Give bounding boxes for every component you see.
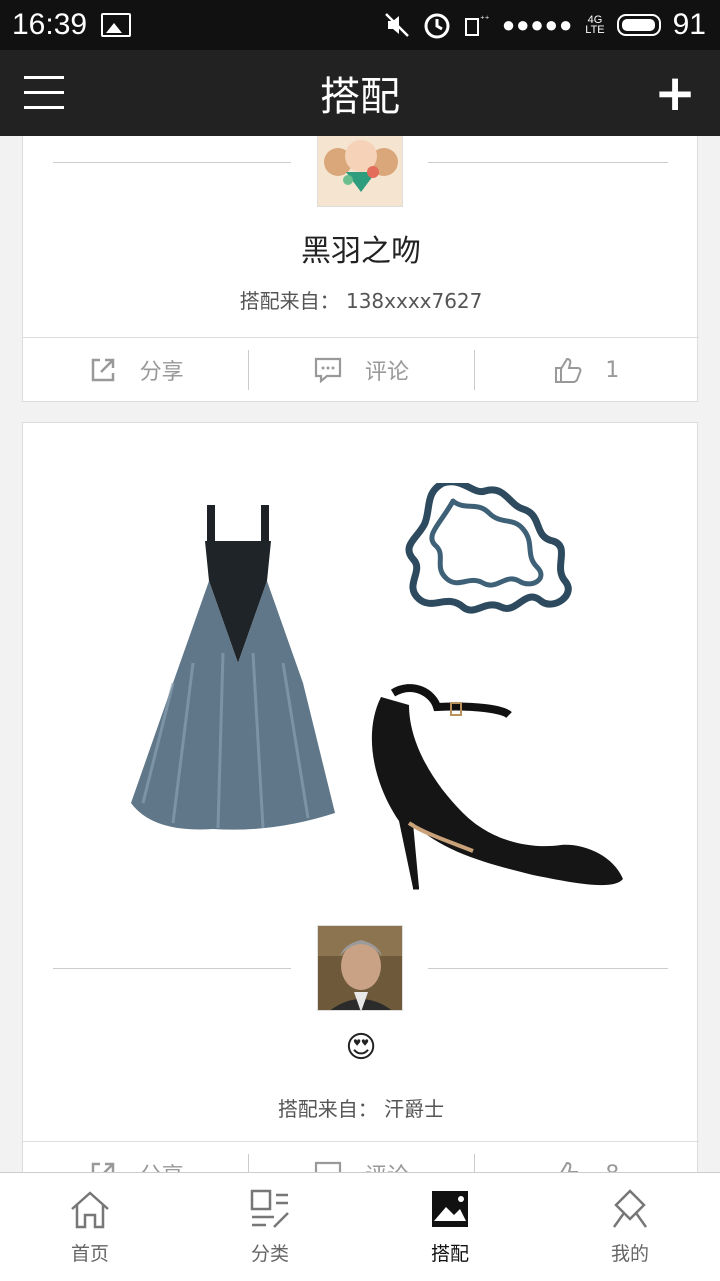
- necklace-image: [405, 483, 572, 614]
- share-icon: [91, 1162, 114, 1172]
- nav-category-label: 分类: [250, 1243, 289, 1265]
- outfit-collage-image[interactable]: [113, 483, 633, 923]
- source-user[interactable]: 汗爵士: [384, 1097, 444, 1121]
- sandal-image: [371, 684, 623, 890]
- svg-text:⁺⁺: ⁺⁺: [480, 15, 490, 25]
- battery-icon: [616, 14, 661, 36]
- divider-left: [53, 968, 291, 969]
- comment-button[interactable]: 评论: [248, 1142, 473, 1172]
- thumbs-up-icon: [560, 1161, 579, 1172]
- outfit-name: 😍: [345, 1030, 377, 1065]
- avatar-image: [318, 926, 402, 1010]
- bottom-nav: 首页 分类 搭配 我的: [0, 1172, 720, 1281]
- avatar-image: [318, 136, 402, 206]
- outfit-card[interactable]: 黑羽之吻 搭配来自： 138xxxx7627 分享 评论 1: [22, 136, 699, 402]
- home-icon: [71, 1191, 109, 1229]
- outfit-icon: [432, 1191, 468, 1227]
- status-right: ⁺⁺ ●●●●● 4G LTE 91: [384, 8, 706, 42]
- comment-label: 评论: [365, 1158, 409, 1172]
- share-icon: [91, 358, 114, 382]
- like-count: 1: [605, 357, 620, 383]
- mute-icon: [384, 13, 409, 37]
- outfit-feed[interactable]: 黑羽之吻 搭配来自： 138xxxx7627 分享 评论 1 😍 搭配来自： 汗…: [0, 136, 720, 1172]
- source-label: 搭配来自：: [277, 1097, 378, 1121]
- category-icon: [250, 1189, 289, 1228]
- add-button[interactable]: +: [654, 68, 696, 118]
- avatar[interactable]: [317, 136, 403, 207]
- page-title: 搭配: [320, 74, 400, 120]
- outfit-source: 搭配来自： 汗爵士: [23, 1093, 699, 1122]
- divider-right: [428, 162, 668, 163]
- share-button[interactable]: 分享: [23, 1142, 248, 1172]
- gallery-notification-icon: [101, 13, 132, 37]
- nav-outfit-label: 搭配: [430, 1243, 469, 1265]
- signal-strength-icon: ●●●●●: [501, 12, 574, 37]
- nav-home[interactable]: 首页: [0, 1173, 180, 1281]
- nav-profile[interactable]: 我的: [540, 1173, 720, 1281]
- card-actions: 分享 评论 8: [23, 1141, 699, 1172]
- nav-profile-label: 我的: [610, 1243, 649, 1265]
- share-button[interactable]: 分享: [23, 338, 248, 402]
- card-actions: 分享 评论 1: [23, 337, 699, 402]
- alarm-icon: [424, 13, 450, 39]
- divider-left: [53, 162, 291, 163]
- status-bar: 16:39 ⁺⁺ ●●●●● 4G LTE 91: [0, 0, 720, 50]
- nav-outfit[interactable]: 搭配: [360, 1173, 540, 1281]
- dress-image: [131, 505, 335, 830]
- thumbs-up-icon: [555, 357, 582, 383]
- nav-home-label: 首页: [70, 1243, 109, 1265]
- source-label: 搭配来自：: [239, 289, 340, 313]
- network-lte: LTE: [585, 24, 605, 36]
- like-button[interactable]: 8: [473, 1142, 699, 1173]
- like-button[interactable]: 1: [473, 338, 699, 402]
- outfit-card[interactable]: 😍 搭配来自： 汗爵士 分享 评论: [22, 422, 699, 1172]
- profile-icon: [612, 1189, 648, 1228]
- app-header: 搭配 +: [0, 50, 720, 136]
- comment-button[interactable]: 评论: [248, 338, 473, 402]
- outfit-source: 搭配来自： 138xxxx7627: [23, 285, 699, 314]
- comment-icon: [314, 357, 342, 384]
- source-user[interactable]: 138xxxx7627: [346, 289, 482, 313]
- like-count: 8: [605, 1162, 619, 1173]
- share-label: 分享: [139, 360, 184, 385]
- avatar[interactable]: [317, 925, 403, 1011]
- status-time: 16:39: [12, 8, 88, 41]
- battery-level: 91: [672, 8, 706, 41]
- sim-icon: ⁺⁺: [464, 15, 490, 36]
- share-label: 分享: [140, 1158, 184, 1172]
- comment-label: 评论: [364, 360, 409, 385]
- network-type: 4G LTE: [585, 15, 605, 36]
- divider-right: [428, 968, 668, 969]
- comment-icon: [314, 1161, 342, 1172]
- nav-category[interactable]: 分类: [180, 1173, 360, 1281]
- menu-icon[interactable]: [24, 76, 64, 110]
- outfit-name: 黑羽之吻: [301, 234, 421, 269]
